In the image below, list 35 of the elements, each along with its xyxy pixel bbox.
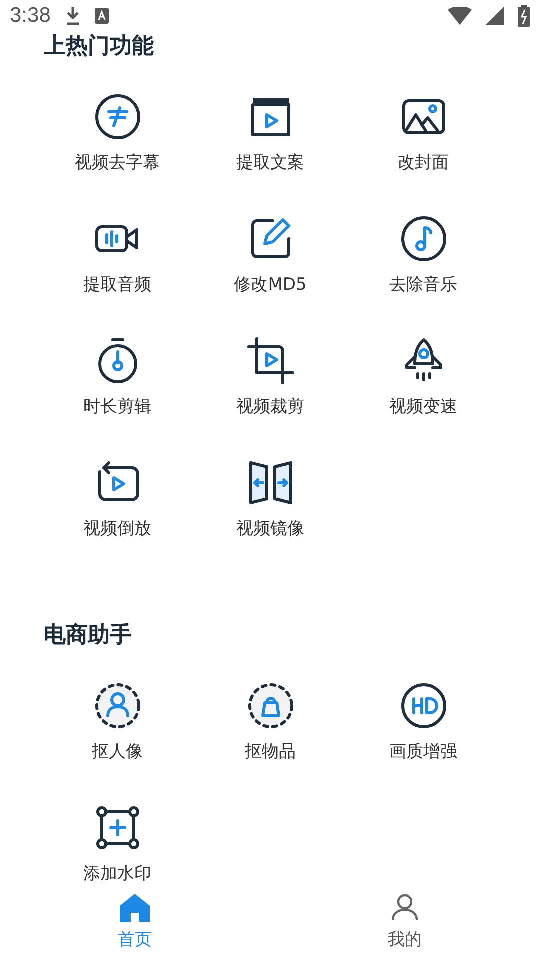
feature-label[interactable]: 视频倒放 — [84, 519, 152, 539]
feature-label[interactable]: 时长剪辑 — [84, 397, 152, 417]
feature-label[interactable]: 视频去字幕 — [75, 153, 160, 173]
nav-tab[interactable]: 首页 — [0, 890, 270, 960]
wifi-icon — [448, 7, 472, 25]
feature-label[interactable]: 提取文案 — [236, 153, 304, 173]
feature-label[interactable]: 视频裁剪 — [236, 397, 304, 417]
subtitle-icon — [94, 93, 142, 141]
battery-icon — [518, 5, 530, 27]
feature-label[interactable]: 画质增强 — [390, 742, 458, 762]
status-time: 3:38 — [10, 4, 51, 28]
person-icon — [390, 894, 420, 922]
hd-icon — [400, 682, 448, 730]
signal-icon — [486, 7, 504, 25]
person-icon — [94, 682, 142, 730]
section-title: 电商助手 — [43, 622, 133, 650]
feature-label[interactable]: 改封面 — [398, 153, 449, 173]
mirror-icon — [246, 459, 294, 507]
feature-label[interactable]: 提取音频 — [84, 275, 152, 295]
home-icon — [120, 894, 150, 922]
keyboard-icon — [94, 8, 109, 24]
feature-label[interactable]: 视频变速 — [390, 397, 458, 417]
add-frame-icon — [94, 804, 142, 852]
feature-label[interactable]: 修改MD5 — [234, 275, 307, 295]
music-note-icon — [400, 215, 448, 263]
feature-label[interactable]: 去除音乐 — [390, 275, 458, 295]
feature-label[interactable]: 添加水印 — [84, 864, 152, 884]
download-icon — [64, 6, 81, 26]
feature-label[interactable]: 视频镜像 — [236, 519, 304, 539]
section-title: 上热门功能 — [43, 32, 155, 61]
bag-icon — [246, 682, 294, 730]
feature-label[interactable]: 抠人像 — [92, 742, 143, 762]
crop-icon — [246, 337, 294, 385]
nav-tab[interactable]: 我的 — [270, 890, 540, 960]
feature-label[interactable]: 抠物品 — [245, 742, 296, 762]
